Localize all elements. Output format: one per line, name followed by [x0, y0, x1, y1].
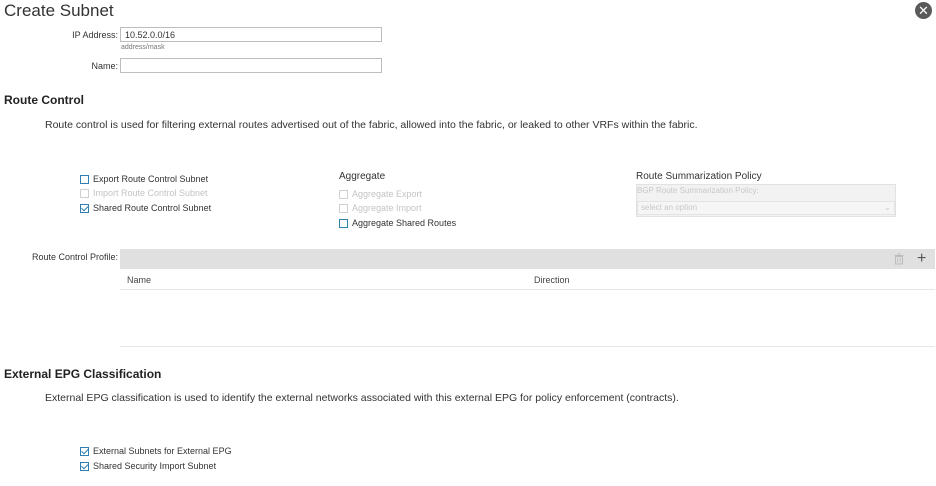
route-control-profile-label: Route Control Profile: [31, 252, 118, 262]
checkbox-label: Export Route Control Subnet [93, 174, 209, 184]
checkbox-icon [339, 189, 348, 199]
column-header-direction[interactable]: Direction [534, 275, 570, 285]
trash-icon[interactable] [893, 253, 905, 265]
checkbox-icon [80, 188, 89, 198]
aggregate-title: Aggregate [339, 171, 386, 182]
table-header-divider [120, 289, 935, 290]
aggregate-import: Aggregate Import [339, 203, 422, 213]
aggregate-shared-routes[interactable]: Aggregate Shared Routes [339, 218, 456, 228]
checkbox-label: Shared Route Control Subnet [93, 203, 212, 213]
checkbox-label: External Subnets for External EPG [93, 446, 232, 456]
bgp-route-summarization-select: select an option [637, 201, 895, 215]
external-epg-description: External EPG classification is used to i… [45, 392, 679, 404]
dialog-title: Create Subnet [4, 1, 114, 20]
checkbox-label: Shared Security Import Subnet [93, 461, 217, 471]
checkbox-icon[interactable] [80, 174, 89, 184]
external-subnets-for-external-epg[interactable]: External Subnets for External EPG [80, 446, 232, 456]
checkbox-icon [339, 203, 348, 213]
column-header-name[interactable]: Name [127, 275, 151, 285]
plus-icon[interactable]: + [917, 249, 926, 269]
checkbox-label: Import Route Control Subnet [93, 188, 208, 198]
shared-route-control-subnet[interactable]: Shared Route Control Subnet [80, 203, 211, 213]
external-epg-title: External EPG Classification [4, 367, 162, 381]
checkbox-checked-icon[interactable] [80, 461, 89, 471]
export-route-control-subnet[interactable]: Export Route Control Subnet [80, 174, 208, 184]
table-bottom-divider [120, 346, 935, 347]
ip-address-hint: address/mask [121, 44, 165, 51]
route-control-profile-toolbar [120, 249, 935, 269]
route-control-title: Route Control [4, 93, 84, 107]
checkbox-icon[interactable] [339, 218, 348, 228]
name-label: Name: [91, 61, 118, 71]
checkbox-label: Aggregate Import [352, 203, 422, 213]
checkbox-checked-icon[interactable] [80, 446, 89, 456]
chevron-down-icon: ⌄ [884, 203, 891, 212]
checkbox-label: Aggregate Shared Routes [352, 218, 457, 228]
import-route-control-subnet: Import Route Control Subnet [80, 188, 208, 198]
route-control-description: Route control is used for filtering exte… [45, 119, 698, 131]
ip-address-label: IP Address: [72, 30, 118, 40]
aggregate-export: Aggregate Export [339, 189, 422, 199]
bgp-route-summarization-label: BGP Route Summarization Policy: [637, 186, 759, 195]
close-icon[interactable]: ✕ [915, 2, 932, 19]
route-summarization-title: Route Summarization Policy [636, 171, 762, 182]
shared-security-import-subnet[interactable]: Shared Security Import Subnet [80, 461, 216, 471]
ip-address-input[interactable] [120, 27, 382, 42]
name-input[interactable] [120, 58, 382, 73]
checkbox-label: Aggregate Export [352, 189, 423, 199]
checkbox-checked-icon[interactable] [80, 203, 89, 213]
